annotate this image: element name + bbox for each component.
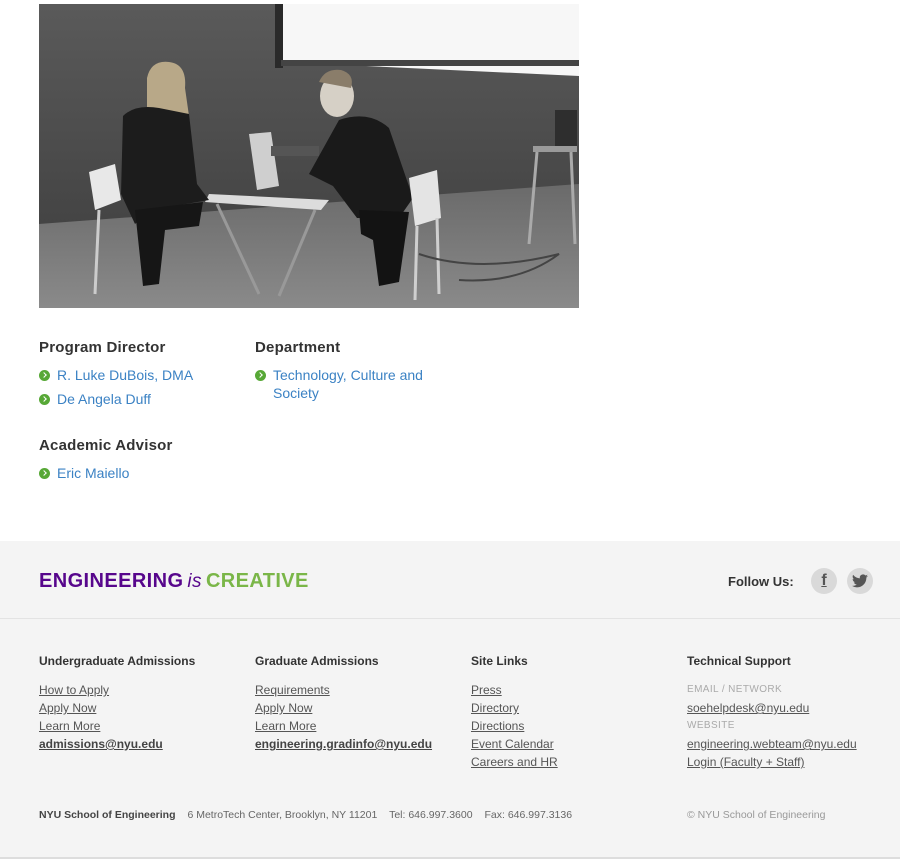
event-calendar-link[interactable]: Event Calendar: [471, 735, 558, 753]
academic-advisor-section: Academic Advisor Eric Maiello: [39, 437, 239, 488]
facebook-icon[interactable]: f: [811, 568, 837, 594]
graduate-requirements-link[interactable]: Requirements: [255, 681, 432, 699]
chevron-right-circle-icon: [39, 468, 50, 479]
graduate-apply-now-link[interactable]: Apply Now: [255, 699, 432, 717]
careers-hr-link[interactable]: Careers and HR: [471, 753, 558, 771]
department-link-tcs[interactable]: Technology, Culture and Society: [273, 366, 445, 402]
program-photo: [39, 4, 579, 308]
tagline-is: is: [187, 571, 202, 592]
twitter-bird-icon: [852, 574, 868, 588]
footer-tech-support-column: Technical Support EMAIL / NETWORK soehel…: [687, 654, 857, 771]
undergrad-heading: Undergraduate Admissions: [39, 654, 196, 668]
helpdesk-email-link[interactable]: soehelpdesk@nyu.edu: [687, 699, 857, 717]
school-address: 6 MetroTech Center, Brooklyn, NY 11201: [187, 809, 378, 821]
department-heading: Department: [255, 339, 341, 356]
tagline-engineering: ENGINEERING: [39, 570, 184, 592]
graduate-email-link[interactable]: engineering.gradinfo@nyu.edu: [255, 735, 432, 753]
site-links-heading: Site Links: [471, 654, 528, 668]
twitter-icon[interactable]: [847, 568, 873, 594]
undergrad-how-to-apply-link[interactable]: How to Apply: [39, 681, 195, 699]
undergrad-email-link[interactable]: admissions@nyu.edu: [39, 735, 195, 753]
advisor-link-maiello[interactable]: Eric Maiello: [57, 464, 129, 482]
footer-undergrad-column: Undergraduate Admissions How to Apply Ap…: [39, 654, 195, 753]
footer-contact-line: NYU School of Engineering 6 MetroTech Ce…: [39, 809, 581, 821]
footer-banner: ENGINEERING is CREATIVE Follow Us: f: [0, 541, 900, 619]
program-director-section: Program Director R. Luke DuBois, DMA De …: [39, 339, 239, 414]
list-item: De Angela Duff: [39, 390, 239, 408]
login-link[interactable]: Login (Faculty + Staff): [687, 753, 857, 771]
school-name: NYU School of Engineering: [39, 809, 176, 821]
email-network-label: EMAIL / NETWORK: [687, 684, 783, 695]
photo-performers: [39, 4, 579, 308]
director-link-duff[interactable]: De Angela Duff: [57, 390, 151, 408]
site-footer: ENGINEERING is CREATIVE Follow Us: f Under…: [0, 541, 900, 859]
director-link-dubois[interactable]: R. Luke DuBois, DMA: [57, 366, 193, 384]
chevron-right-circle-icon: [39, 394, 50, 405]
school-tel: Tel: 646.997.3600: [389, 809, 473, 821]
tagline-creative: CREATIVE: [205, 570, 309, 592]
department-section: Department Technology, Culture and Socie…: [255, 339, 445, 408]
academic-advisor-heading: Academic Advisor: [39, 437, 173, 454]
webteam-email-link[interactable]: engineering.webteam@nyu.edu: [687, 735, 857, 753]
graduate-learn-more-link[interactable]: Learn More: [255, 717, 432, 735]
program-director-heading: Program Director: [39, 339, 166, 356]
list-item: R. Luke DuBois, DMA: [39, 366, 239, 384]
copyright: © NYU School of Engineering: [687, 809, 826, 821]
directions-link[interactable]: Directions: [471, 717, 558, 735]
school-fax: Fax: 646.997.3136: [484, 809, 573, 821]
footer-site-links-column: Site Links Press Directory Directions Ev…: [471, 654, 558, 771]
tech-support-heading: Technical Support: [687, 654, 791, 668]
chevron-right-circle-icon: [39, 370, 50, 381]
directory-link[interactable]: Directory: [471, 699, 558, 717]
footer-graduate-column: Graduate Admissions Requirements Apply N…: [255, 654, 432, 753]
list-item: Technology, Culture and Society: [255, 366, 445, 402]
undergrad-apply-now-link[interactable]: Apply Now: [39, 699, 195, 717]
graduate-heading: Graduate Admissions: [255, 654, 379, 668]
undergrad-learn-more-link[interactable]: Learn More: [39, 717, 195, 735]
chevron-right-circle-icon: [255, 370, 266, 381]
website-label: WEBSITE: [687, 720, 735, 731]
follow-us-label: Follow Us:: [728, 574, 794, 589]
press-link[interactable]: Press: [471, 681, 558, 699]
footer-tagline: ENGINEERING is CREATIVE: [39, 570, 309, 593]
list-item: Eric Maiello: [39, 464, 239, 482]
